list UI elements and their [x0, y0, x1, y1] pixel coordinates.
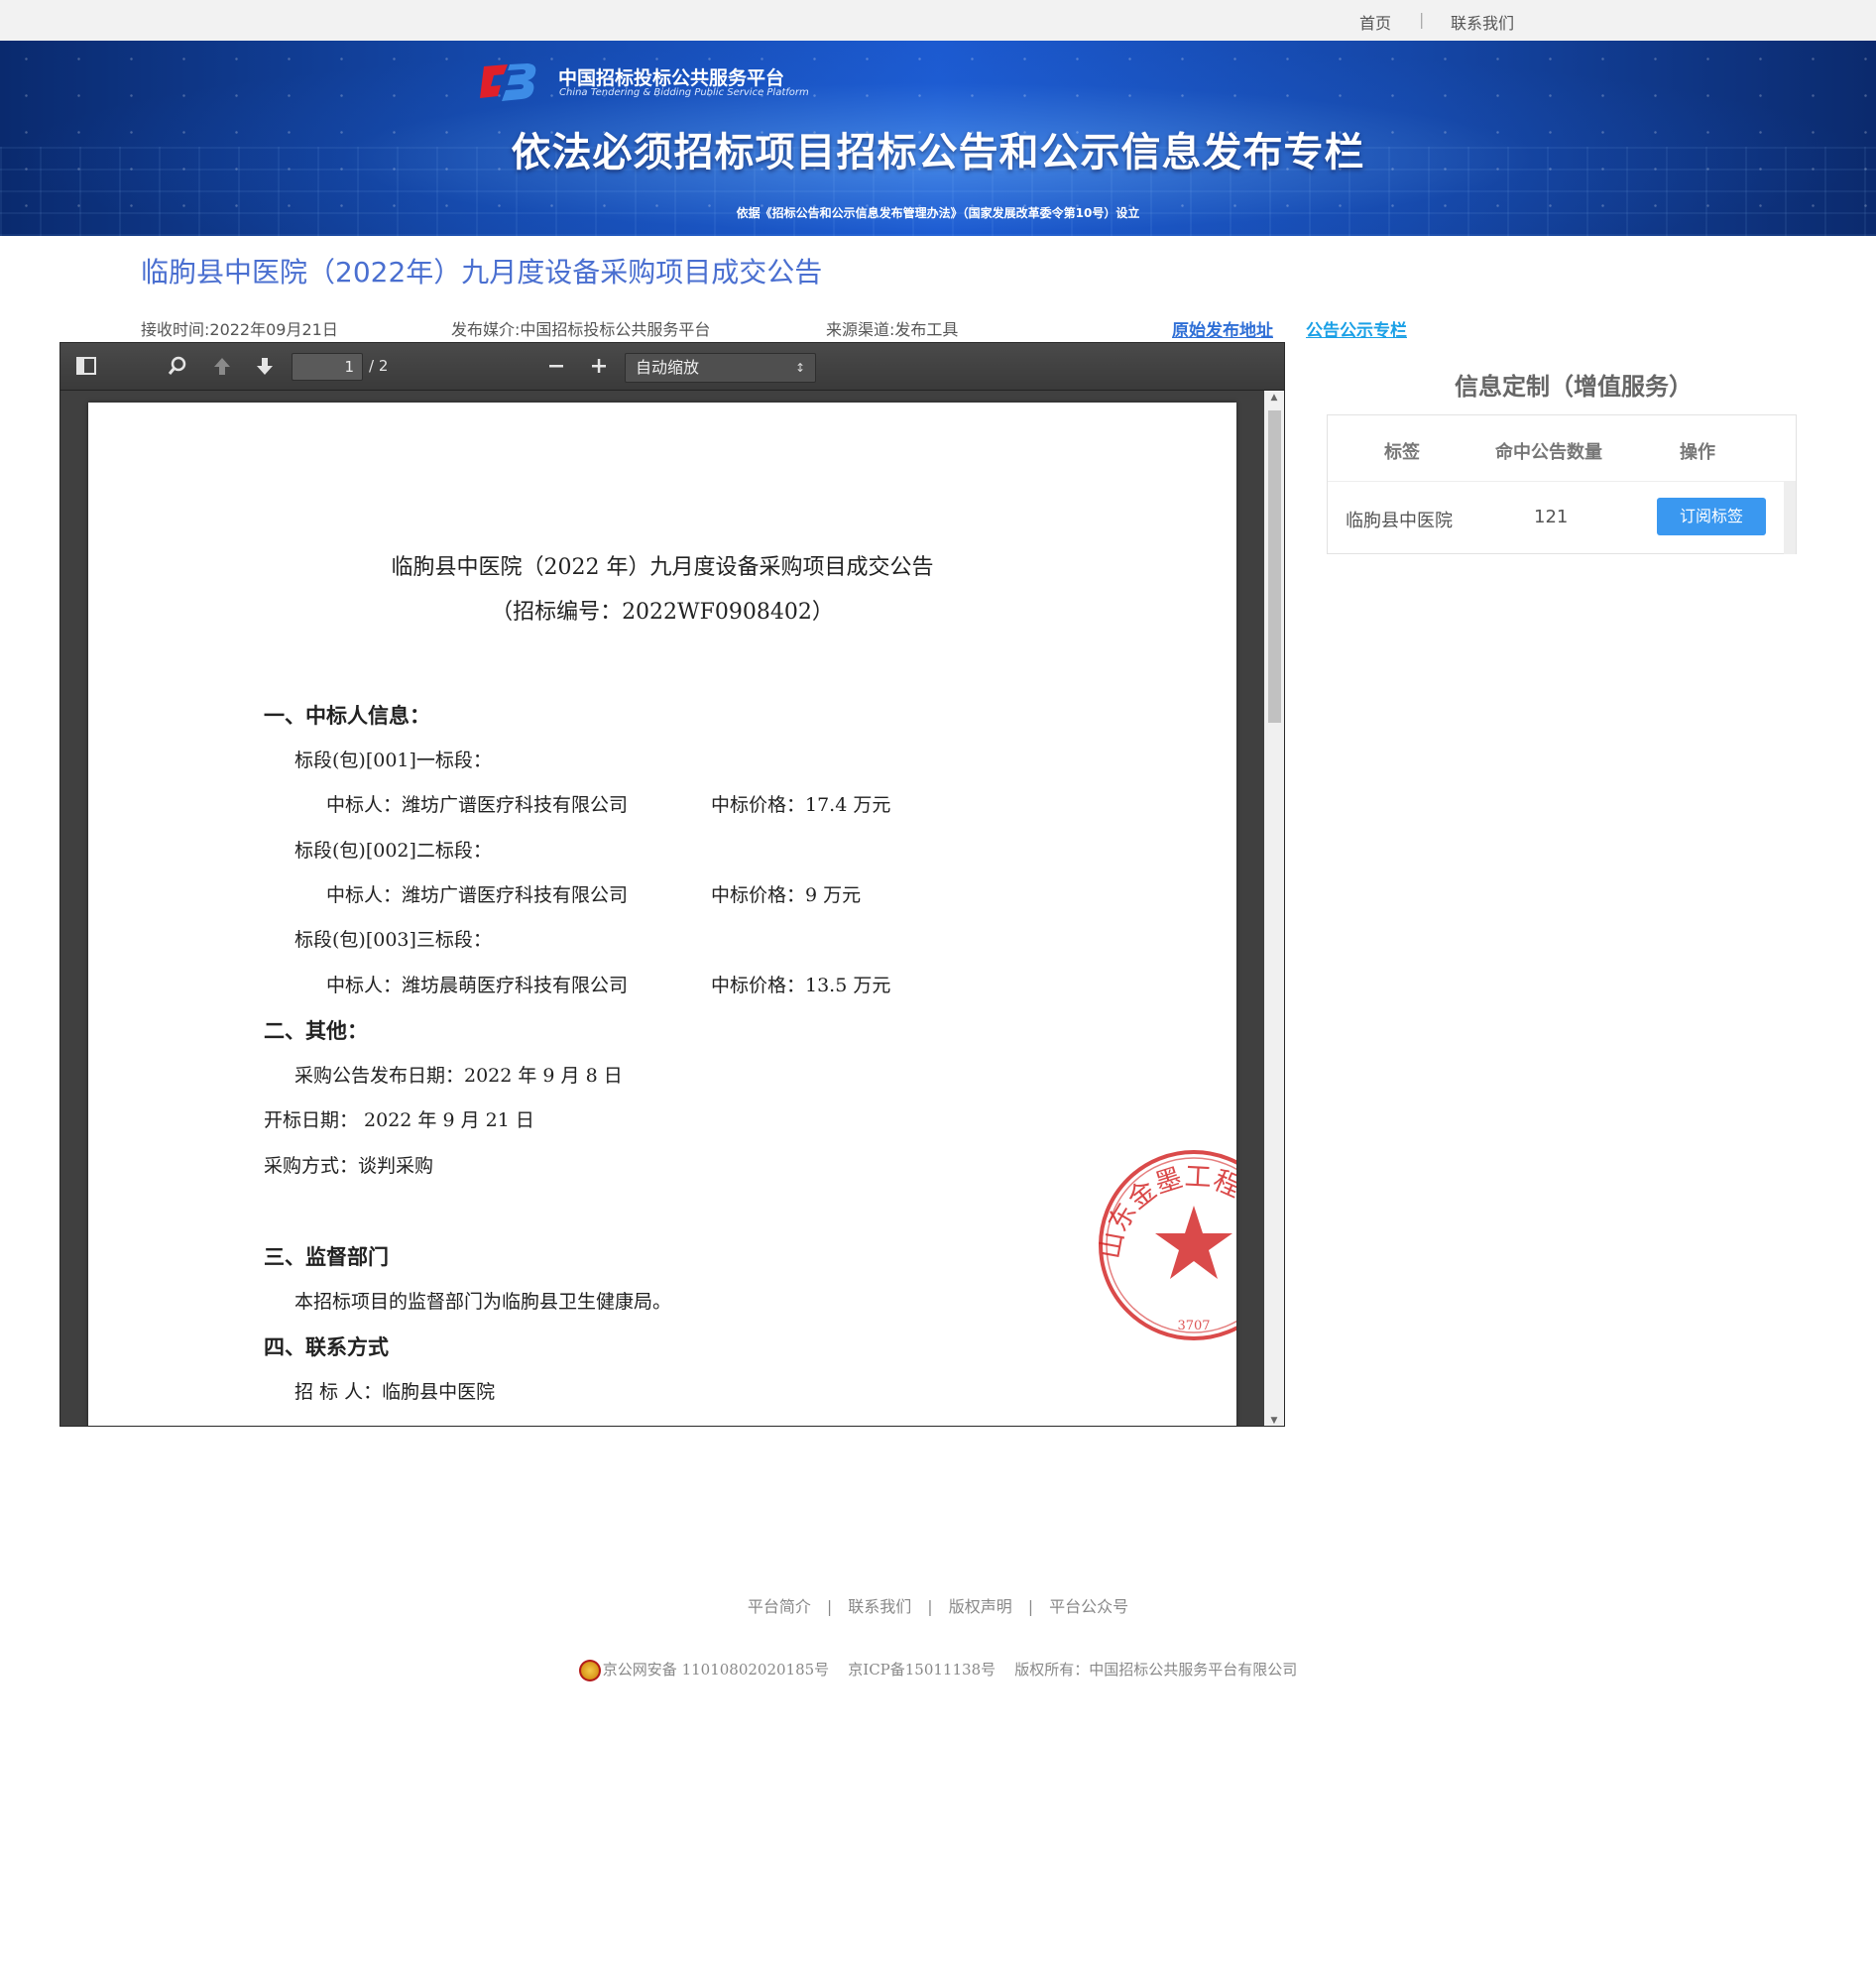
doc-lot-2-price: 中标价格：9 万元: [711, 884, 862, 906]
platform-logo-icon: [480, 63, 536, 101]
row-divider: [1328, 481, 1796, 482]
doc-lot-1-winner: 中标人：潍坊广谱医疗科技有限公司: [326, 794, 629, 816]
announcement-title: 临朐县中医院（2022年）九月度设备采购项目成交公告: [141, 256, 823, 289]
select-caret-icon: ↕: [794, 361, 805, 375]
doc-lot-2-winner: 中标人：潍坊广谱医疗科技有限公司: [326, 884, 629, 906]
footer-police-record[interactable]: 京公网安备 11010802020185号: [603, 1661, 829, 1679]
doc-lot-3-price: 中标价格：13.5 万元: [711, 975, 891, 996]
doc-title-line2: （招标编号：2022WF0908402）: [491, 600, 834, 625]
footer-wechat-link[interactable]: 平台公众号: [1049, 1597, 1128, 1616]
sidebar-toggle-icon[interactable]: [74, 355, 98, 379]
footer-icp-record[interactable]: 京ICP备15011138号: [848, 1661, 996, 1679]
doc-tenderer: 招 标 人：临朐县中医院: [294, 1381, 496, 1403]
doc-lot-1: 标段(包)[001]一标段：: [294, 750, 492, 771]
col-header-count: 命中公告数量: [1495, 442, 1602, 463]
nav-contact-link[interactable]: 联系我们: [1451, 10, 1514, 34]
scroll-thumb[interactable]: [1268, 410, 1281, 723]
doc-supervision: 本招标项目的监督部门为临朐县卫生健康局。: [294, 1291, 672, 1313]
logo-chinese-text: 中国招标投标公共服务平台: [558, 67, 785, 89]
doc-method: 采购方式：谈判采购: [264, 1155, 434, 1177]
zoom-in-icon[interactable]: [587, 355, 611, 379]
info-customization-title: 信息定制（增值服务）: [1455, 373, 1693, 401]
prev-page-icon[interactable]: [210, 355, 234, 379]
doc-lot-2: 标段(包)[002]二标段：: [294, 840, 492, 862]
footer-sep: |: [927, 1597, 933, 1616]
doc-section-1: 一、中标人信息：: [264, 703, 430, 728]
footer-about-link[interactable]: 平台简介: [748, 1597, 811, 1616]
pdf-scrollbar[interactable]: ▲ ▼: [1264, 391, 1284, 1426]
doc-section-2: 二、其他：: [264, 1018, 368, 1043]
col-header-action: 操作: [1680, 442, 1715, 463]
nav-home-link[interactable]: 首页: [1359, 10, 1391, 34]
doc-open-date: 开标日期： 2022 年 9 月 21 日: [264, 1109, 534, 1131]
logo-english-text: China Tendering & Bidding Public Service…: [559, 87, 809, 98]
footer-links: 平台简介 | 联系我们 | 版权声明 | 平台公众号: [0, 1593, 1876, 1617]
doc-lot-3-winner: 中标人：潍坊晨萌医疗科技有限公司: [326, 975, 629, 996]
zoom-select-value: 自动缩放: [636, 358, 700, 377]
pdf-page: 临朐县中医院（2022 年）九月度设备采购项目成交公告 （招标编号：2022WF…: [88, 403, 1236, 1426]
footer-copyright-link[interactable]: 版权声明: [949, 1597, 1012, 1616]
company-seal-icon: 山东金墨工程造价咨询 3707: [1090, 1141, 1236, 1340]
search-icon[interactable]: [166, 355, 189, 379]
top-nav: 首页 | 联系我们: [0, 0, 1876, 41]
zoom-out-icon[interactable]: [544, 355, 568, 379]
table-scrollbar: [1784, 481, 1796, 554]
pdf-viewer: 1 / 2 自动缩放 ↕ 临朐县中医院（2022 年）九月度设备采购项目成交公告…: [59, 342, 1285, 1427]
zoom-select[interactable]: 自动缩放 ↕: [625, 353, 816, 383]
subscription-table: 标签 命中公告数量 操作 临朐县中医院 121 订阅标签: [1327, 414, 1797, 554]
row-count-cell: 121: [1534, 507, 1569, 527]
original-address-link[interactable]: 原始发布地址: [1172, 316, 1273, 341]
header-banner: 中国招标投标公共服务平台 China Tendering & Bidding P…: [0, 41, 1876, 236]
page-number-input[interactable]: 1: [292, 353, 363, 381]
source-channel: 来源渠道:发布工具: [826, 320, 959, 339]
page-total: / 2: [369, 357, 389, 375]
footer-info: 京公网安备 11010802020185号 京ICP备15011138号 版权所…: [0, 1659, 1876, 1681]
doc-lot-3: 标段(包)[003]三标段：: [294, 929, 492, 951]
pdf-toolbar: 1 / 2 自动缩放 ↕: [60, 343, 1284, 391]
footer-contact-link[interactable]: 联系我们: [848, 1597, 911, 1616]
doc-title-line1: 临朐县中医院（2022 年）九月度设备采购项目成交公告: [391, 555, 934, 580]
doc-lot-1-price: 中标价格：17.4 万元: [711, 794, 891, 816]
stamp-code: 3707: [1177, 1319, 1210, 1333]
publish-media: 发布媒介:中国招标投标公共服务平台: [451, 320, 711, 339]
next-page-icon[interactable]: [253, 355, 277, 379]
doc-section-4: 四、联系方式: [264, 1334, 389, 1359]
col-header-tag: 标签: [1384, 442, 1420, 463]
footer-sep: |: [1027, 1597, 1034, 1616]
scroll-down-icon[interactable]: ▼: [1268, 1416, 1280, 1426]
row-tag-cell: 临朐县中医院: [1346, 511, 1453, 531]
footer-copyright: 版权所有：中国招标公共服务平台有限公司: [1014, 1661, 1298, 1679]
doc-publish-date: 采购公告发布日期：2022 年 9 月 8 日: [294, 1065, 623, 1087]
doc-section-3: 三、监督部门: [264, 1244, 389, 1269]
footer-sep: |: [826, 1597, 833, 1616]
announcement-column-link[interactable]: 公告公示专栏: [1306, 316, 1407, 341]
scroll-up-icon[interactable]: ▲: [1268, 393, 1280, 403]
police-badge-icon: [578, 1660, 601, 1681]
banner-title: 依法必须招标项目招标公告和公示信息发布专栏: [511, 130, 1365, 175]
banner-subtitle: 依据《招标公告和公示信息发布管理办法》（国家发展改革委令第10号）设立: [736, 206, 1140, 220]
subscribe-tag-button[interactable]: 订阅标签: [1657, 498, 1766, 535]
received-time: 接收时间:2022年09月21日: [141, 320, 338, 339]
nav-separator: |: [1419, 10, 1425, 29]
